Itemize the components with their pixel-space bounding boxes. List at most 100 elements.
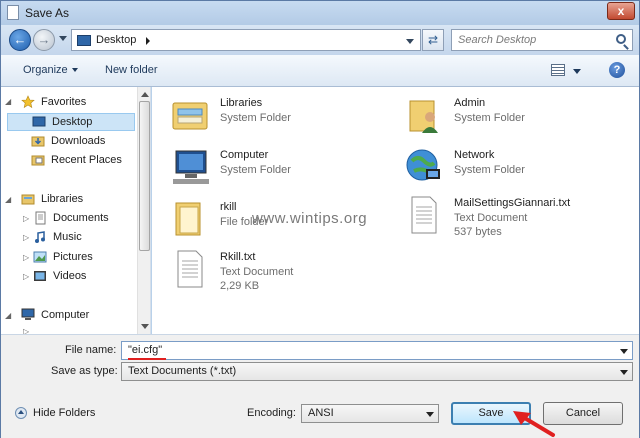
chevron-down-icon[interactable] [620, 370, 628, 375]
folder-icon [175, 202, 201, 236]
file-list: Libraries System Folder Admin System Fol… [152, 87, 639, 334]
sidebar-libraries-label: Libraries [41, 193, 84, 205]
text-file-icon [177, 250, 203, 288]
sidebar-favorites[interactable]: Favorites [21, 94, 131, 112]
file-name: Computer [220, 149, 269, 161]
computer-icon [21, 308, 35, 320]
sidebar-item-desktop[interactable]: Desktop [7, 113, 135, 131]
address-bar[interactable]: Desktop [71, 29, 421, 51]
file-type: System Folder [220, 112, 291, 124]
expand-arrow-icon[interactable]: ▷ [23, 253, 29, 262]
file-name: MailSettingsGiannari.txt [454, 197, 571, 209]
sidebar-item-music[interactable]: Music [33, 229, 133, 247]
documents-icon [35, 211, 46, 225]
expand-arrow-icon[interactable]: ▷ [23, 214, 29, 223]
forward-button[interactable]: → [33, 29, 55, 51]
network-icon [406, 149, 440, 181]
file-type: System Folder [454, 164, 525, 176]
collapse-arrow-icon[interactable]: ◢ [5, 97, 11, 106]
highlight-underline [128, 358, 166, 360]
computer-icon [173, 150, 209, 184]
file-type: Text Document [220, 266, 294, 278]
hide-folders-label: Hide Folders [33, 407, 96, 419]
close-button[interactable]: x [607, 2, 635, 20]
sidebar-item-pictures[interactable]: Pictures [33, 249, 133, 267]
hide-folders-button[interactable]: Hide Folders [15, 407, 96, 420]
title-bar[interactable]: Save As x [1, 1, 639, 25]
file-name-value[interactable]: "ei.cfg" [128, 344, 162, 356]
file-type: System Folder [454, 112, 525, 124]
sidebar-item-label: Documents [53, 212, 109, 224]
file-size: 2,29 KB [220, 280, 260, 292]
sidebar-item-documents[interactable]: Documents [33, 210, 133, 228]
navigation-bar: ← → Desktop ⇄ Search Desktop [1, 25, 639, 55]
view-options-dropdown-icon[interactable] [573, 69, 581, 74]
change-view-icon[interactable] [551, 64, 565, 76]
sidebar-item-label: Downloads [51, 135, 106, 147]
sidebar-computer-label: Computer [41, 309, 90, 321]
recent-places-icon [31, 155, 45, 166]
pictures-icon [33, 251, 47, 263]
encoding-select[interactable]: ANSI [301, 404, 439, 423]
breadcrumb-chevron-icon[interactable] [146, 37, 150, 45]
collapse-arrow-icon[interactable]: ◢ [5, 311, 11, 320]
encoding-label: Encoding: [247, 407, 296, 419]
sidebar-scrollbar[interactable] [137, 87, 150, 334]
file-type: Text Document [454, 212, 528, 224]
videos-icon [34, 271, 46, 281]
expand-arrow-icon[interactable]: ▷ [23, 327, 29, 334]
help-button[interactable]: ? [609, 62, 625, 78]
refresh-button[interactable]: ⇄ [422, 29, 444, 51]
recent-locations-dropdown-icon[interactable] [59, 36, 67, 41]
file-name: Network [454, 149, 495, 161]
libraries-icon [21, 194, 35, 205]
watermark-text: www.wintips.org [252, 210, 368, 227]
search-input[interactable]: Search Desktop [451, 29, 633, 51]
new-folder-button[interactable]: New folder [105, 64, 158, 76]
file-name: Rkill.txt [220, 251, 256, 263]
expand-arrow-icon[interactable]: ▷ [23, 233, 29, 242]
list-item[interactable]: Network System Folder [388, 143, 598, 193]
save-as-type-value: Text Documents (*.txt) [128, 365, 237, 377]
chevron-down-icon [71, 68, 78, 73]
sidebar-favorites-label: Favorites [41, 96, 87, 108]
sidebar-item-downloads[interactable]: Downloads [31, 133, 135, 151]
organize-button[interactable]: Organize [23, 64, 78, 76]
text-file-icon [411, 196, 437, 234]
downloads-folder-icon [31, 136, 45, 147]
search-icon[interactable] [616, 34, 626, 44]
save-as-type-select[interactable]: Text Documents (*.txt) [121, 362, 633, 381]
list-item[interactable]: Libraries System Folder [154, 91, 364, 141]
file-type: System Folder [220, 164, 291, 176]
list-item[interactable]: MailSettingsGiannari.txt Text Document 5… [388, 191, 628, 241]
list-item[interactable]: Admin System Folder [388, 91, 598, 141]
scroll-down-icon[interactable] [141, 324, 149, 329]
scroll-up-icon[interactable] [141, 92, 149, 97]
sidebar-libraries[interactable]: Libraries [21, 191, 131, 209]
chevron-down-icon[interactable] [620, 349, 628, 354]
sidebar-item-label: Videos [53, 270, 87, 282]
sidebar-item-videos[interactable]: Videos [33, 268, 133, 286]
address-dropdown-icon[interactable] [406, 39, 414, 44]
address-location[interactable]: Desktop [96, 34, 136, 46]
navigation-pane: ◢ Favorites Desktop Downloads Recent Pla… [1, 87, 151, 334]
list-item[interactable]: Computer System Folder [154, 143, 364, 193]
file-name-field[interactable]: "ei.cfg" [121, 341, 633, 360]
save-as-dialog: Save As x ← → Desktop ⇄ Search Desktop O… [0, 0, 640, 438]
toolbar: Organize New folder ? [1, 55, 639, 87]
file-name: Libraries [220, 97, 263, 109]
user-folder-icon [409, 100, 438, 133]
expand-arrow-icon[interactable]: ▷ [23, 272, 29, 281]
save-as-type-label: Save as type: [51, 365, 118, 377]
file-size: 537 bytes [454, 226, 502, 238]
scroll-thumb[interactable] [139, 101, 150, 251]
sidebar-item-recent-places[interactable]: Recent Places [31, 152, 135, 170]
back-button[interactable]: ← [9, 29, 31, 51]
chevron-up-icon [15, 407, 27, 420]
list-item[interactable]: Rkill.txt Text Document 2,29 KB [154, 245, 364, 295]
file-name: rkill [220, 201, 237, 213]
collapse-arrow-icon[interactable]: ◢ [5, 195, 11, 204]
sidebar-item-label: Recent Places [51, 154, 122, 166]
chevron-down-icon[interactable] [426, 412, 434, 417]
sidebar-computer[interactable]: Computer [21, 307, 131, 325]
